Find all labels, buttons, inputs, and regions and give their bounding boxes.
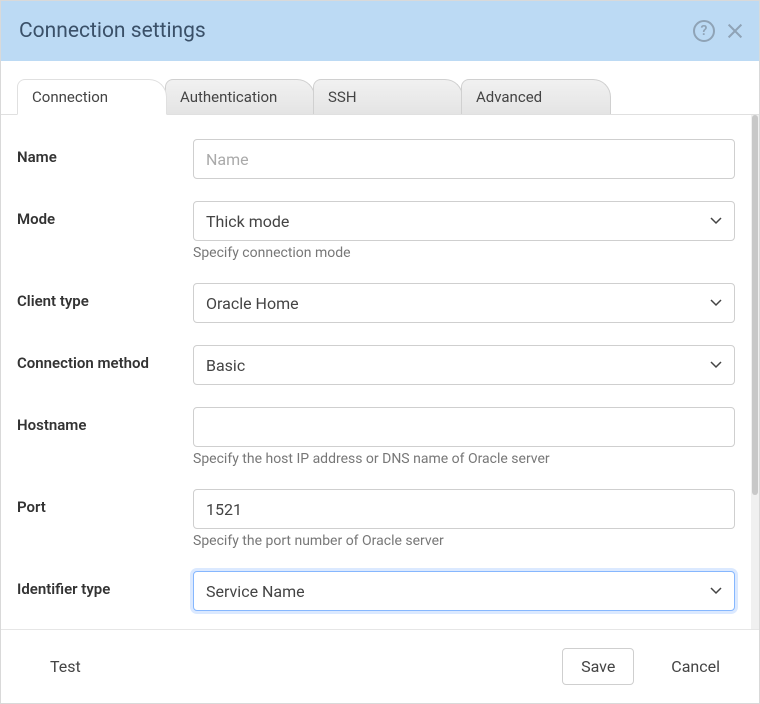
tab-connection[interactable]: Connection [17, 79, 167, 115]
save-button[interactable]: Save [562, 648, 634, 685]
content: Name Mode Thick mode Specify connection … [1, 115, 751, 629]
field-name [193, 139, 735, 179]
mode-help: Specify connection mode [193, 245, 735, 261]
field-connection-method: Basic [193, 345, 735, 385]
tab-authentication[interactable]: Authentication [165, 79, 315, 114]
tab-label: Advanced [476, 88, 542, 106]
label-identifier-type: Identifier type [17, 571, 193, 598]
row-name: Name [17, 139, 735, 179]
label-port: Port [17, 489, 193, 516]
row-hostname: Hostname Specify the host IP address or … [17, 407, 735, 467]
connection-settings-dialog: Connection settings ? Connection Authent… [0, 0, 760, 704]
label-hostname: Hostname [17, 407, 193, 434]
port-help: Specify the port number of Oracle server [193, 533, 735, 549]
content-wrap: Name Mode Thick mode Specify connection … [1, 115, 759, 629]
titlebar: Connection settings ? [1, 1, 759, 61]
footer: Test Save Cancel [1, 629, 759, 703]
titlebar-actions: ? [693, 20, 745, 42]
scrollbar-thumb[interactable] [752, 115, 758, 495]
label-client-type: Client type [17, 283, 193, 310]
tab-label: Connection [32, 88, 108, 106]
field-mode: Thick mode Specify connection mode [193, 201, 735, 261]
label-name: Name [17, 139, 193, 166]
mode-select[interactable]: Thick mode [193, 201, 735, 241]
field-hostname: Specify the host IP address or DNS name … [193, 407, 735, 467]
connection-method-select[interactable]: Basic [193, 345, 735, 385]
label-connection-method: Connection method [17, 345, 193, 372]
tab-label: Authentication [180, 88, 277, 106]
row-mode: Mode Thick mode Specify connection mode [17, 201, 735, 261]
close-icon[interactable] [725, 21, 745, 41]
test-button[interactable]: Test [31, 648, 100, 685]
tabs: Connection Authentication SSH Advanced [1, 61, 759, 115]
row-connection-method: Connection method Basic [17, 345, 735, 385]
field-client-type: Oracle Home [193, 283, 735, 323]
label-mode: Mode [17, 201, 193, 228]
name-input[interactable] [193, 139, 735, 179]
cancel-button[interactable]: Cancel [652, 648, 739, 685]
row-port: Port Specify the port number of Oracle s… [17, 489, 735, 549]
field-port: Specify the port number of Oracle server [193, 489, 735, 549]
row-client-type: Client type Oracle Home [17, 283, 735, 323]
tab-label: SSH [328, 88, 357, 106]
tab-advanced[interactable]: Advanced [461, 79, 611, 114]
help-icon[interactable]: ? [693, 20, 715, 42]
row-identifier-type: Identifier type Service Name [17, 571, 735, 611]
dialog-title: Connection settings [19, 19, 206, 43]
field-identifier-type: Service Name [193, 571, 735, 611]
identifier-type-select[interactable]: Service Name [193, 571, 735, 611]
client-type-select[interactable]: Oracle Home [193, 283, 735, 323]
port-input[interactable] [193, 489, 735, 529]
hostname-input[interactable] [193, 407, 735, 447]
hostname-help: Specify the host IP address or DNS name … [193, 451, 735, 467]
scrollbar[interactable] [751, 115, 759, 629]
tab-ssh[interactable]: SSH [313, 79, 463, 114]
